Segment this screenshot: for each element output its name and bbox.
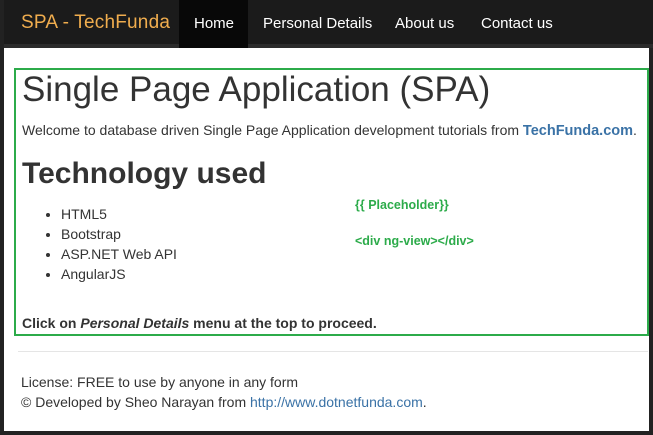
nav-item-contact-us[interactable]: Contact us xyxy=(466,0,568,48)
ng-view-placeholder: Single Page Application (SPA) Welcome to… xyxy=(14,68,649,336)
placeholder-tag: <div ng-view></div> xyxy=(355,234,474,248)
nav-item-personal-details[interactable]: Personal Details xyxy=(248,0,387,48)
developed-prefix: © Developed by Sheo Narayan from xyxy=(21,394,250,410)
developer-credit: © Developed by Sheo Narayan from http://… xyxy=(21,394,427,410)
instruction-prefix: Click on xyxy=(22,315,81,331)
nav-item-home[interactable]: Home xyxy=(179,0,248,48)
dotnetfunda-link[interactable]: http://www.dotnetfunda.com xyxy=(250,394,423,410)
footer-divider xyxy=(18,351,648,352)
list-item: HTML5 xyxy=(61,204,177,224)
section-title: Technology used xyxy=(22,157,267,190)
techfunda-link[interactable]: TechFunda.com xyxy=(523,123,633,139)
list-item: Bootstrap xyxy=(61,224,177,244)
page: SPA - TechFunda Home Personal Details Ab… xyxy=(0,0,653,435)
developed-suffix: . xyxy=(422,394,427,410)
welcome-prefix: Welcome to database driven Single Page A… xyxy=(22,122,523,138)
technology-list: HTML5 Bootstrap ASP.NET Web API AngularJ… xyxy=(41,204,177,284)
instruction-suffix: menu at the top to proceed. xyxy=(189,315,377,331)
license-text: License: FREE to use by anyone in any fo… xyxy=(21,374,299,390)
page-title: Single Page Application (SPA) xyxy=(22,70,491,109)
list-item: ASP.NET Web API xyxy=(61,244,177,264)
welcome-suffix: . xyxy=(633,122,637,138)
navbar-brand[interactable]: SPA - TechFunda xyxy=(21,12,170,34)
navbar: SPA - TechFunda Home Personal Details Ab… xyxy=(4,0,653,48)
instruction-text: Click on Personal Details menu at the to… xyxy=(22,315,377,331)
placeholder-label: {{ Placeholder}} xyxy=(355,198,449,212)
instruction-emphasis: Personal Details xyxy=(80,315,190,331)
nav-item-about-us[interactable]: About us xyxy=(380,0,469,48)
welcome-text: Welcome to database driven Single Page A… xyxy=(22,122,637,139)
list-item: AngularJS xyxy=(61,264,177,284)
